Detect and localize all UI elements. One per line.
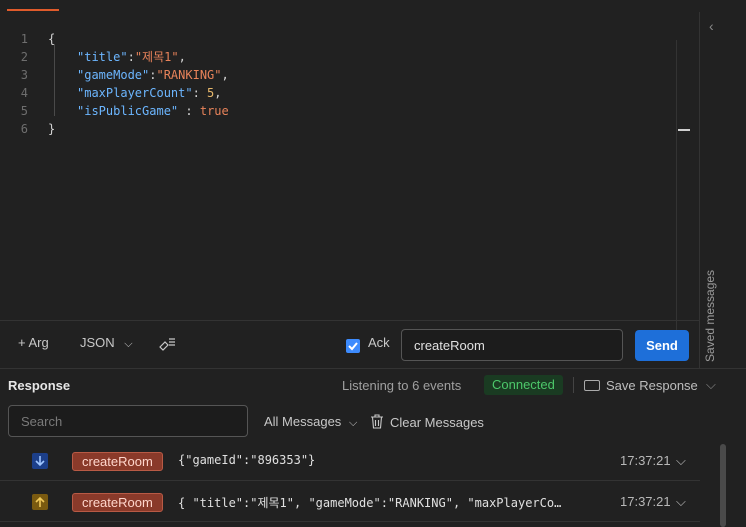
code-text: "isPublicGame" : true [77, 104, 229, 118]
response-header: Response Listening to 6 events Connected… [0, 368, 746, 400]
divider [573, 377, 574, 393]
chevron-down-icon: ⌵ [124, 338, 133, 350]
add-arg-button[interactable]: + Arg [18, 335, 49, 350]
message-list-scrollbar[interactable] [720, 444, 726, 527]
saved-messages-panel[interactable]: ‹ Saved messages [699, 12, 746, 368]
trash-icon [371, 414, 383, 429]
active-tab-indicator [7, 9, 59, 11]
clear-messages-button[interactable]: Clear Messages [370, 414, 484, 430]
line-number: 4 [20, 86, 28, 100]
connection-status-badge: Connected [484, 375, 563, 395]
chevron-down-icon[interactable]: ⌵ [676, 494, 686, 510]
scroll-position-mark [678, 129, 690, 131]
code-text: "title":"제목1", [77, 50, 186, 64]
line-number: 2 [20, 50, 28, 64]
editor-scrollbar[interactable] [676, 40, 690, 330]
message-filter-label: All Messages [264, 414, 342, 429]
format-label: JSON [80, 335, 115, 350]
saved-messages-label[interactable]: Saved messages [703, 270, 717, 362]
message-payload: {"gameId":"896353"} [178, 453, 316, 467]
chevron-down-icon[interactable]: ⌵ [706, 377, 716, 393]
message-toolbar: + Arg JSON ⌵ Ack Send [0, 320, 699, 368]
message-payload: { "title":"제목1", "gameMode":"RANKING", "… [178, 496, 568, 510]
send-button[interactable]: Send [635, 330, 689, 361]
message-filter-select[interactable]: All Messages ⌵ [264, 414, 357, 430]
ack-label: Ack [368, 335, 390, 350]
chevron-down-icon: ⌵ [348, 417, 358, 429]
chevron-left-icon[interactable]: ‹ [709, 18, 714, 34]
line-number: 1 [20, 32, 28, 46]
code-text: } [48, 122, 56, 136]
message-editor[interactable]: 1 {2 "title":"제목1", 3 "gameMode":"RANKING", 4… [0, 12, 690, 330]
listening-status[interactable]: Listening to 6 events [342, 378, 461, 393]
chevron-down-icon[interactable]: ⌵ [676, 453, 686, 469]
message-row[interactable]: createRoom {"gameId":"896353"} 17:37:21 ⌵ [0, 441, 700, 481]
line-number: 6 [20, 122, 28, 136]
beautify-icon[interactable] [158, 333, 176, 354]
line-number: 5 [20, 104, 28, 118]
save-response-button[interactable]: Save Response [584, 378, 698, 393]
clear-messages-label: Clear Messages [390, 415, 484, 430]
line-number: 3 [20, 68, 28, 82]
code-text: "maxPlayerCount": 5, [77, 86, 222, 100]
ack-checkbox[interactable] [346, 339, 360, 353]
event-name-input[interactable] [401, 329, 623, 361]
message-time: 17:37:21 [620, 453, 671, 468]
arrow-up-icon [32, 494, 48, 510]
search-input[interactable] [8, 405, 248, 437]
request-tabs [0, 0, 700, 12]
message-row[interactable]: createRoom { "title":"제목1", "gameMode":"R… [0, 482, 700, 522]
format-select[interactable]: JSON ⌵ [80, 335, 133, 351]
response-title: Response [8, 378, 71, 393]
arrow-down-icon [32, 453, 48, 469]
code-text: { [48, 32, 56, 46]
code-text: "gameMode":"RANKING", [77, 68, 229, 82]
event-badge: createRoom [72, 452, 163, 471]
message-time: 17:37:21 [620, 494, 671, 509]
save-icon [584, 380, 600, 391]
indent-guide [54, 44, 55, 116]
event-badge: createRoom [72, 493, 163, 512]
save-response-label: Save Response [606, 378, 698, 393]
